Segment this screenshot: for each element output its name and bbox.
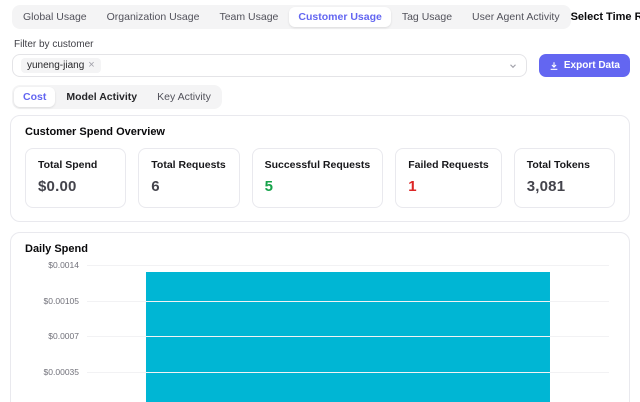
stat-value: 6 <box>151 178 226 195</box>
tab-team-usage[interactable]: Team Usage <box>210 7 287 27</box>
cost-tab-bar: Cost Model Activity Key Activity <box>12 85 222 109</box>
y-tick-label: $0.00035 <box>44 367 79 377</box>
time-range-label: Select Time Range <box>571 11 640 23</box>
stat-label: Total Requests <box>151 159 226 171</box>
remove-tag-icon[interactable]: × <box>88 60 94 71</box>
tab-global-usage[interactable]: Global Usage <box>14 7 96 27</box>
tab-customer-usage[interactable]: Customer Usage <box>289 7 390 27</box>
gridline <box>87 265 609 266</box>
tab-organization-usage[interactable]: Organization Usage <box>98 7 209 27</box>
stat-label: Successful Requests <box>265 159 371 171</box>
stat-total-spend: Total Spend $0.00 <box>25 148 126 208</box>
tab-user-agent-activity[interactable]: User Agent Activity <box>463 7 569 27</box>
stat-failed-requests: Failed Requests 1 <box>395 148 502 208</box>
tab-key-activity[interactable]: Key Activity <box>148 87 220 107</box>
stat-value: $0.00 <box>38 178 113 195</box>
export-data-label: Export Data <box>564 60 620 71</box>
tab-tag-usage[interactable]: Tag Usage <box>393 7 461 27</box>
stat-label: Total Tokens <box>527 159 602 171</box>
customer-filter-input[interactable]: yuneng-jiang × <box>12 54 527 77</box>
chart-title: Daily Spend <box>25 243 615 255</box>
tab-model-activity[interactable]: Model Activity <box>57 87 146 107</box>
usage-tab-bar: Global Usage Organization Usage Team Usa… <box>12 5 571 29</box>
stat-total-requests: Total Requests 6 <box>138 148 239 208</box>
stat-label: Total Spend <box>38 159 113 171</box>
filter-row: yuneng-jiang × Export Data <box>0 54 640 77</box>
download-icon <box>549 61 559 71</box>
y-axis: $0.0014$0.00105$0.0007$0.00035$0 <box>25 265 87 402</box>
stat-successful-requests: Successful Requests 5 <box>252 148 384 208</box>
stat-value: 3,081 <box>527 178 602 195</box>
filter-by-customer-label: Filter by customer <box>14 39 640 50</box>
plot-area <box>87 265 609 402</box>
stats-row: Total Spend $0.00 Total Requests 6 Succe… <box>25 148 615 208</box>
usage-dashboard: Global Usage Organization Usage Team Usa… <box>0 0 640 402</box>
customer-tag: yuneng-jiang × <box>21 58 101 73</box>
customer-tag-label: yuneng-jiang <box>27 60 84 71</box>
top-bar: Global Usage Organization Usage Team Usa… <box>0 0 640 29</box>
daily-spend-card: Daily Spend $0.0014 $0.00105 $0.0007 $0.000… <box>10 232 630 402</box>
stat-value: 1 <box>408 178 489 195</box>
export-data-button[interactable]: Export Data <box>539 54 630 77</box>
daily-spend-chart: $0.0014$0.00105$0.0007$0.00035$0 <box>25 265 615 402</box>
customer-spend-overview-card: Customer Spend Overview Total Spend $0.0… <box>10 115 630 222</box>
y-tick-label: $0.0014 <box>48 260 79 270</box>
stat-total-tokens: Total Tokens 3,081 <box>514 148 615 208</box>
gridline <box>87 336 609 337</box>
time-range-group: Select Time Range 29 Nov, 13:21 - 6 Dec,… <box>571 6 640 28</box>
gridline <box>87 372 609 373</box>
y-tick-label: $0.00105 <box>44 296 79 306</box>
stat-label: Failed Requests <box>408 159 489 171</box>
y-tick-label: $0.0007 <box>48 331 79 341</box>
chevron-down-icon[interactable] <box>508 61 518 71</box>
overview-title: Customer Spend Overview <box>25 126 615 138</box>
bar-2025-12-06[interactable] <box>146 272 550 402</box>
tab-cost[interactable]: Cost <box>14 87 55 107</box>
stat-value: 5 <box>265 178 371 195</box>
gridline <box>87 301 609 302</box>
